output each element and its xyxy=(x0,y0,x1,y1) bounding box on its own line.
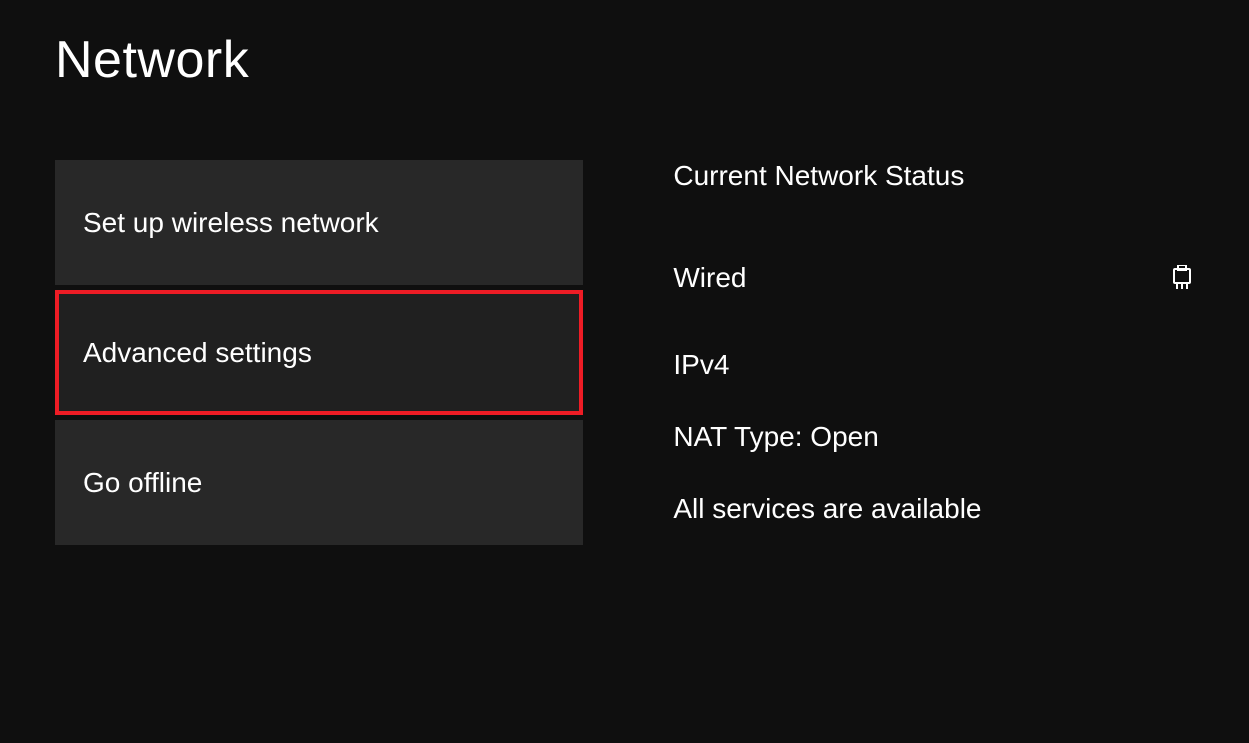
menu-item-label: Go offline xyxy=(83,467,202,499)
menu-item-setup-wireless[interactable]: Set up wireless network xyxy=(55,160,583,285)
menu-list: Set up wireless network Advanced setting… xyxy=(55,160,583,550)
menu-item-label: Set up wireless network xyxy=(83,207,379,239)
connection-type: Wired xyxy=(673,262,746,294)
menu-item-go-offline[interactable]: Go offline xyxy=(55,420,583,545)
status-heading: Current Network Status xyxy=(673,160,1194,192)
menu-item-advanced-settings[interactable]: Advanced settings xyxy=(55,290,583,415)
ethernet-icon xyxy=(1172,265,1194,291)
status-panel: Current Network Status Wired IPv4 NAT Ty… xyxy=(673,160,1194,565)
service-availability: All services are available xyxy=(673,493,1194,525)
network-settings-page: Network Set up wireless network Advanced… xyxy=(0,0,1249,743)
ip-version: IPv4 xyxy=(673,349,1194,381)
content-area: Set up wireless network Advanced setting… xyxy=(55,160,1194,565)
menu-item-label: Advanced settings xyxy=(83,337,312,369)
connection-row: Wired xyxy=(673,262,1194,294)
nat-type: NAT Type: Open xyxy=(673,421,1194,453)
page-title: Network xyxy=(55,30,1194,90)
